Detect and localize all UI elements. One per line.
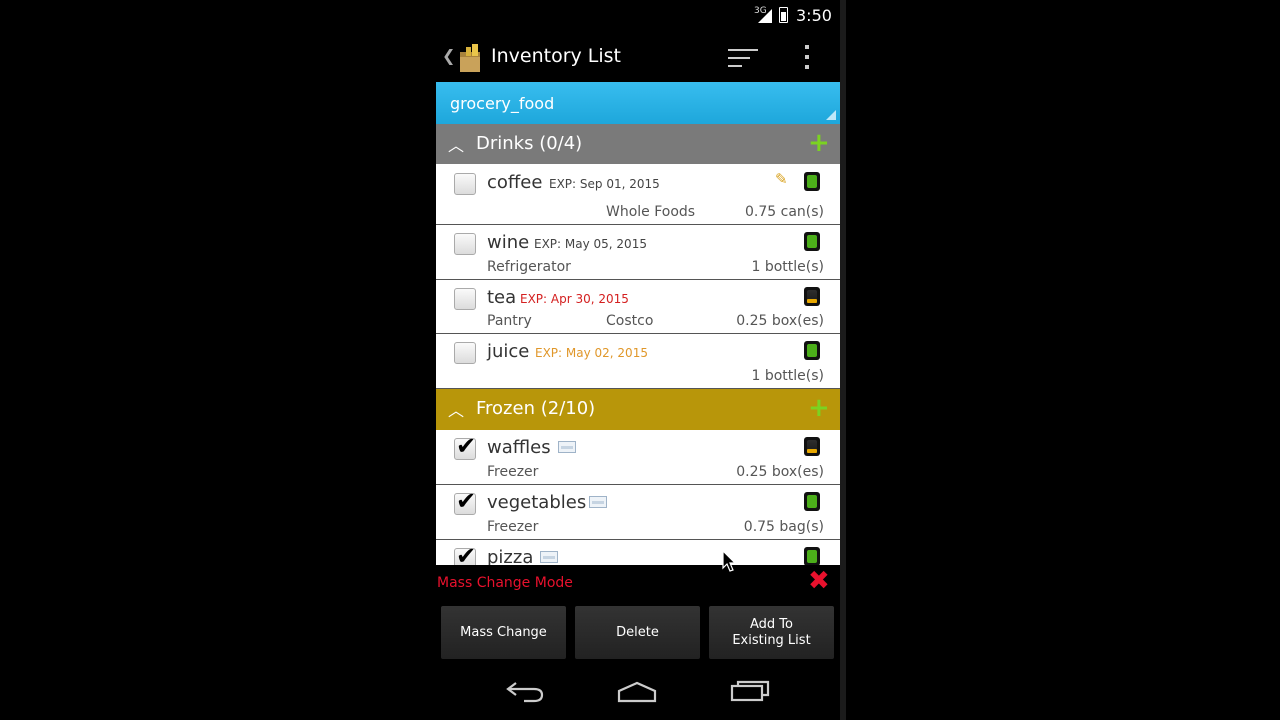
item-name: tea <box>487 287 517 308</box>
recents-icon[interactable] <box>730 680 772 702</box>
checkmark-icon: ✔ <box>456 487 477 515</box>
calendar-icon <box>540 551 558 563</box>
stock-level-icon <box>804 437 820 456</box>
calendar-icon <box>589 496 607 508</box>
list-item-tea[interactable]: tea EXP: Apr 30, 2015 Pantry Costco 0.25… <box>436 280 840 334</box>
list-item-juice[interactable]: juice EXP: May 02, 2015 1 bottle(s) <box>436 334 840 389</box>
item-name: waffles <box>487 437 551 458</box>
item-checkbox[interactable] <box>454 233 476 255</box>
action-bar: ❮ Inventory List <box>436 32 840 82</box>
stock-level-icon <box>804 341 820 360</box>
item-quantity: 0.25 box(es) <box>736 313 824 329</box>
mass-change-mode-bar: Mass Change Mode ✖ <box>436 565 840 603</box>
item-quantity: 1 bottle(s) <box>751 259 824 275</box>
stock-level-icon <box>804 492 820 511</box>
item-checkbox[interactable] <box>454 288 476 310</box>
dropdown-corner-icon <box>826 110 836 120</box>
item-location: Freezer <box>487 519 539 535</box>
action-buttons: Mass Change Delete Add To Existing List <box>436 603 840 661</box>
list-item-coffee[interactable]: coffee EXP: Sep 01, 2015 ✎ Whole Foods 0… <box>436 164 840 225</box>
item-location: Pantry <box>487 313 532 329</box>
checkmark-icon: ✔ <box>456 432 477 460</box>
sort-icon[interactable] <box>728 47 760 69</box>
category-title: Drinks (0/4) <box>476 133 583 154</box>
checkmark-icon: ✔ <box>456 542 477 565</box>
delete-button[interactable]: Delete <box>575 606 700 659</box>
item-name: pizza <box>487 547 534 565</box>
status-bar: 3G 3:50 <box>436 0 840 32</box>
item-expiry: EXP: Apr 30, 2015 <box>520 292 629 306</box>
up-navigation-icon[interactable]: ❮ <box>442 46 455 65</box>
add-to-existing-list-button[interactable]: Add To Existing List <box>709 606 834 659</box>
grocery-bag-logo-icon[interactable] <box>458 42 484 74</box>
close-x-icon[interactable]: ✖ <box>808 566 830 596</box>
item-checkbox[interactable]: ✔ <box>454 487 476 515</box>
item-expiry: EXP: May 05, 2015 <box>534 237 647 251</box>
list-item-wine[interactable]: wine EXP: May 05, 2015 Refrigerator 1 bo… <box>436 225 840 280</box>
phone-edge <box>840 0 846 720</box>
list-item-vegetables[interactable]: ✔ vegetables Freezer 0.75 bag(s) <box>436 485 840 540</box>
phone-screen: 3G 3:50 ❮ Inventory List grocery_food ︿ … <box>436 0 840 720</box>
item-quantity: 0.75 bag(s) <box>743 519 824 535</box>
collapse-chevron-icon[interactable]: ︿ <box>448 397 464 421</box>
item-expiry: EXP: Sep 01, 2015 <box>549 177 660 191</box>
item-name: vegetables <box>487 492 587 513</box>
mouse-cursor-icon <box>722 550 736 572</box>
home-icon[interactable] <box>617 681 657 703</box>
item-name: wine <box>487 232 530 253</box>
add-item-icon[interactable]: + <box>808 128 830 158</box>
item-location: Freezer <box>487 464 539 480</box>
category-title: Frozen (2/10) <box>476 398 596 419</box>
item-name: coffee <box>487 172 543 193</box>
item-location: Refrigerator <box>487 259 571 275</box>
status-time: 3:50 <box>796 6 832 25</box>
stock-level-icon <box>804 172 820 191</box>
item-checkbox[interactable] <box>454 173 476 195</box>
item-name: juice <box>487 341 530 362</box>
list-item-pizza[interactable]: ✔ pizza <box>436 540 840 565</box>
item-expiry: EXP: May 02, 2015 <box>535 346 648 360</box>
list-item-waffles[interactable]: ✔ waffles Freezer 0.25 box(es) <box>436 430 840 485</box>
signal-icon <box>758 9 772 23</box>
navigation-bar <box>436 661 840 720</box>
inventory-list[interactable]: ︿ Drinks (0/4) + coffee EXP: Sep 01, 201… <box>436 124 840 565</box>
stock-level-icon <box>804 287 820 306</box>
item-quantity: 0.25 box(es) <box>736 464 824 480</box>
list-selector-dropdown[interactable]: grocery_food <box>436 82 840 124</box>
category-header-frozen[interactable]: ︿ Frozen (2/10) + <box>436 389 840 430</box>
collapse-chevron-icon[interactable]: ︿ <box>448 132 464 156</box>
item-store: Whole Foods <box>606 204 696 220</box>
note-icon: ✎ <box>775 170 788 188</box>
back-icon[interactable] <box>506 679 546 703</box>
item-store: Costco <box>606 313 654 329</box>
category-header-drinks[interactable]: ︿ Drinks (0/4) + <box>436 124 840 164</box>
item-quantity: 0.75 can(s) <box>745 204 824 220</box>
item-checkbox[interactable]: ✔ <box>454 542 476 565</box>
calendar-icon <box>558 441 576 453</box>
list-selector-label: grocery_food <box>450 94 555 113</box>
overflow-menu-icon[interactable] <box>801 44 813 70</box>
mass-change-mode-label: Mass Change Mode <box>437 575 573 591</box>
mass-change-button[interactable]: Mass Change <box>441 606 566 659</box>
item-checkbox[interactable] <box>454 342 476 364</box>
battery-icon <box>779 7 788 23</box>
add-item-icon[interactable]: + <box>808 393 830 423</box>
stock-level-icon <box>804 547 820 565</box>
page-title: Inventory List <box>491 45 622 67</box>
item-checkbox[interactable]: ✔ <box>454 432 476 460</box>
stock-level-icon <box>804 232 820 251</box>
item-quantity: 1 bottle(s) <box>751 368 824 384</box>
